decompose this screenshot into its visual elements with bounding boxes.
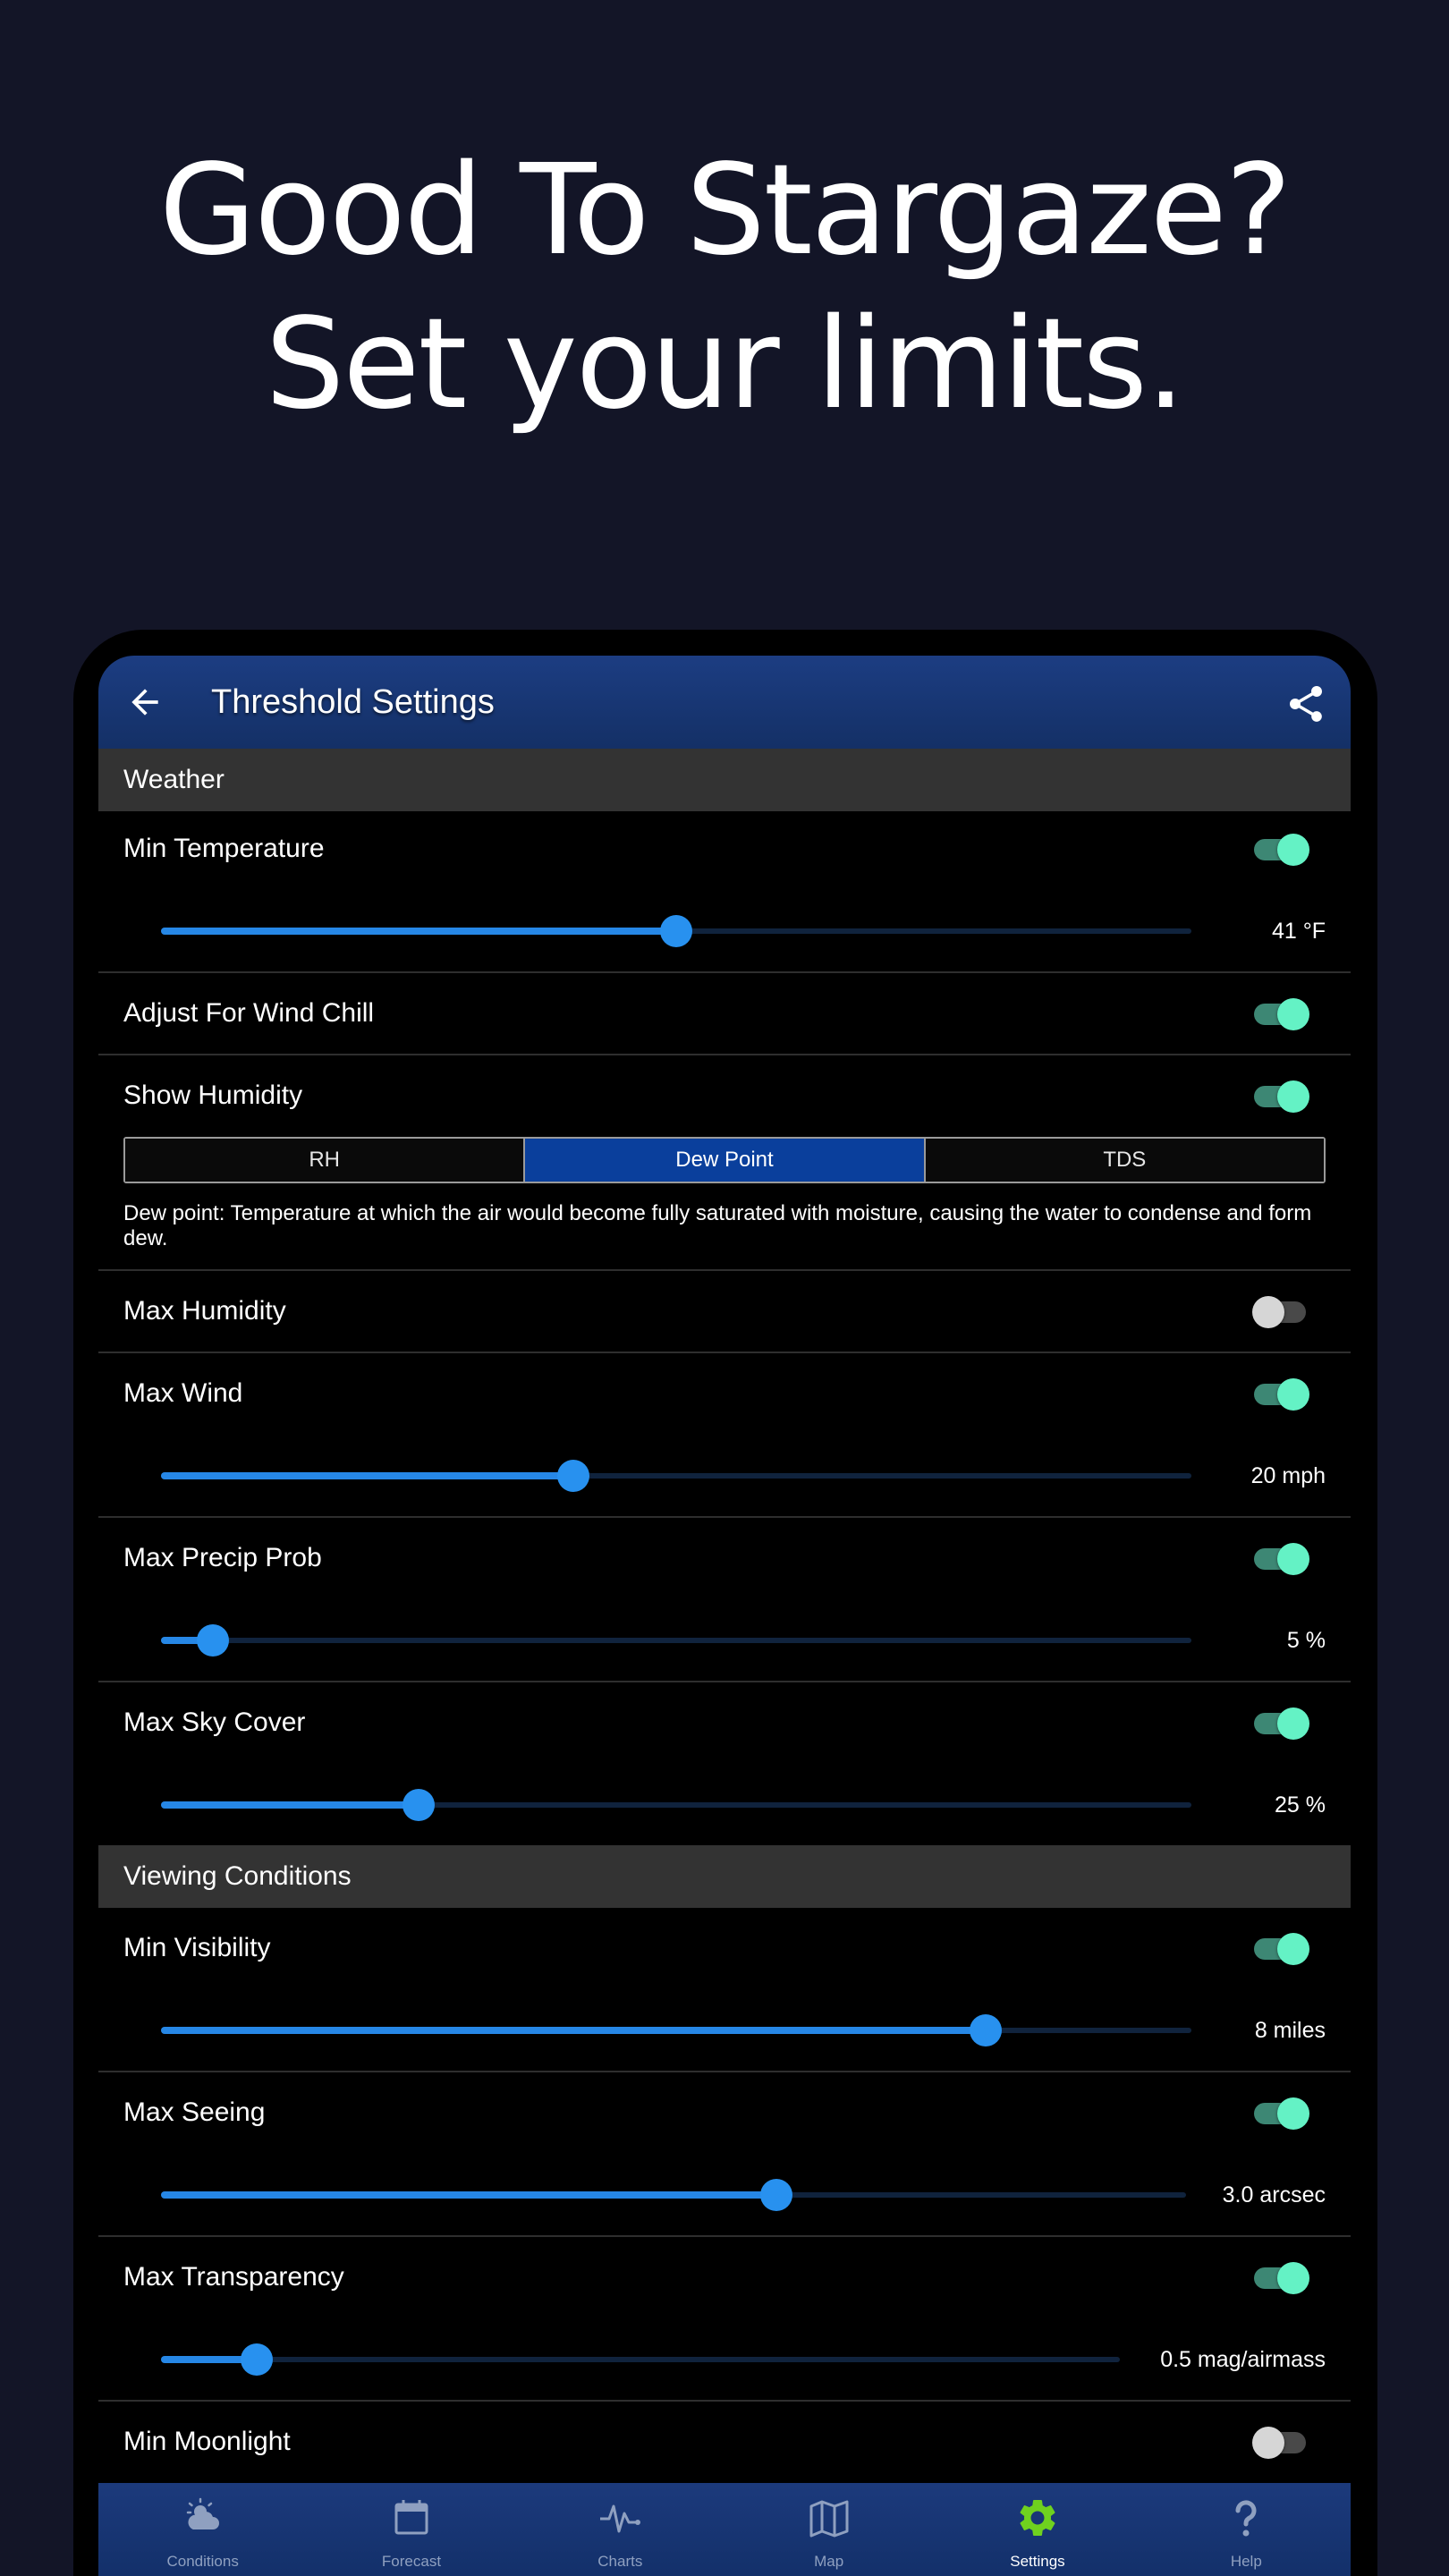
max-wind-value: 20 mph xyxy=(1250,1463,1326,1488)
max-seeing-label: Max Seeing xyxy=(123,2097,266,2127)
max-precip-prob-toggle[interactable] xyxy=(1252,1541,1309,1577)
share-icon[interactable] xyxy=(1284,682,1327,725)
max-seeing-toggle[interactable] xyxy=(1252,2096,1309,2131)
nav-label: Map xyxy=(814,2553,844,2570)
max-sky-cover-value: 25 % xyxy=(1275,1792,1326,1818)
max-seeing-value: 3.0 arcsec xyxy=(1222,2182,1326,2207)
max-sky-cover-slider[interactable] xyxy=(161,1787,1191,1823)
slider-thumb[interactable] xyxy=(402,1789,435,1821)
nav-label: Settings xyxy=(1010,2553,1065,2570)
max-wind-label: Max Wind xyxy=(123,1378,243,1408)
max-transparency-toggle[interactable] xyxy=(1252,2260,1309,2296)
headline: Good To Stargaze? Set your limits. xyxy=(0,134,1449,442)
section-header-viewing-conditions: Viewing Conditions xyxy=(98,1845,1351,1908)
humidity-mode-selector: RH Dew Point TDS xyxy=(123,1137,1326,1183)
max-precip-prob-slider[interactable] xyxy=(161,1623,1191,1658)
show-humidity-toggle[interactable] xyxy=(1252,1079,1309,1114)
slider-thumb[interactable] xyxy=(969,2014,1002,2046)
headline-line-1: Good To Stargaze? xyxy=(158,138,1292,284)
min-visibility-slider[interactable] xyxy=(161,2012,1191,2048)
nav-item-help[interactable]: Help xyxy=(1142,2483,1351,2576)
min-temperature-toggle[interactable] xyxy=(1252,832,1309,868)
min-moonlight-toggle[interactable] xyxy=(1252,2425,1309,2461)
max-seeing-slider[interactable] xyxy=(161,2177,1186,2213)
section-title: Viewing Conditions xyxy=(123,1861,352,1891)
segment-dew-point[interactable]: Dew Point xyxy=(525,1139,926,1182)
section-title: Weather xyxy=(123,765,225,794)
divider xyxy=(98,1681,1351,1682)
slider-thumb[interactable] xyxy=(759,2179,792,2211)
max-humidity-toggle[interactable] xyxy=(1252,1294,1309,1330)
min-moonlight-label: Min Moonlight xyxy=(123,2427,291,2456)
slider-thumb[interactable] xyxy=(660,915,692,947)
wind-chill-label: Adjust For Wind Chill xyxy=(123,998,375,1028)
max-precip-prob-value: 5 % xyxy=(1286,1628,1326,1653)
wind-chill-toggle[interactable] xyxy=(1252,996,1309,1032)
nav-label: Charts xyxy=(597,2553,643,2570)
nav-item-settings[interactable]: Settings xyxy=(933,2483,1141,2576)
question-mark-icon xyxy=(1235,2500,1257,2537)
pulse-chart-icon xyxy=(600,2504,641,2533)
app-screen: Threshold Settings Weather Min Temperatu… xyxy=(98,656,1351,2576)
min-temperature-label: Min Temperature xyxy=(123,834,325,863)
max-humidity-label: Max Humidity xyxy=(123,1296,286,1326)
min-temperature-slider[interactable] xyxy=(161,913,1191,949)
min-temperature-value: 41 °F xyxy=(1271,919,1326,944)
divider xyxy=(98,1352,1351,1353)
nav-item-conditions[interactable]: Conditions xyxy=(98,2483,307,2576)
max-transparency-label: Max Transparency xyxy=(123,2262,344,2292)
nav-item-forecast[interactable]: Forecast xyxy=(307,2483,515,2576)
segment-rh[interactable]: RH xyxy=(125,1139,526,1182)
headline-line-2: Set your limits. xyxy=(265,292,1185,437)
min-visibility-value: 8 miles xyxy=(1254,2018,1326,2043)
page-title: Threshold Settings xyxy=(211,683,495,721)
divider xyxy=(98,1269,1351,1271)
divider xyxy=(98,1516,1351,1518)
max-sky-cover-label: Max Sky Cover xyxy=(123,1707,306,1737)
map-icon xyxy=(809,2500,849,2538)
max-transparency-value: 0.5 mag/airmass xyxy=(1160,2347,1326,2372)
min-visibility-label: Min Visibility xyxy=(123,1933,271,1962)
calendar-icon xyxy=(394,2500,428,2535)
nav-item-map[interactable]: Map xyxy=(724,2483,933,2576)
app-bar: Threshold Settings xyxy=(98,656,1351,749)
max-precip-prob-label: Max Precip Prob xyxy=(123,1543,322,1572)
show-humidity-label: Show Humidity xyxy=(123,1080,303,1110)
nav-item-charts[interactable]: Charts xyxy=(516,2483,724,2576)
section-header-weather: Weather xyxy=(98,749,1351,811)
nav-label: Forecast xyxy=(381,2553,442,2570)
divider xyxy=(98,971,1351,973)
dew-point-description: Dew point: Temperature at which the air … xyxy=(123,1201,1312,1250)
bottom-navigation: Conditions Forecast Charts Map Settings … xyxy=(98,2483,1351,2576)
max-transparency-slider[interactable] xyxy=(161,2342,1120,2377)
slider-thumb[interactable] xyxy=(196,1624,229,1657)
cloud-sun-icon xyxy=(186,2497,219,2529)
divider xyxy=(98,1054,1351,1055)
min-visibility-toggle[interactable] xyxy=(1252,1931,1309,1967)
gear-icon xyxy=(1020,2500,1055,2536)
slider-thumb[interactable] xyxy=(241,2343,274,2376)
segment-tds[interactable]: TDS xyxy=(925,1139,1324,1182)
slider-thumb[interactable] xyxy=(556,1460,589,1492)
max-wind-toggle[interactable] xyxy=(1252,1377,1309,1412)
max-sky-cover-toggle[interactable] xyxy=(1252,1706,1309,1741)
nav-label: Help xyxy=(1230,2553,1262,2570)
divider xyxy=(98,2235,1351,2237)
divider xyxy=(98,2071,1351,2072)
max-wind-slider[interactable] xyxy=(161,1458,1191,1494)
back-arrow-icon[interactable] xyxy=(125,682,165,722)
divider xyxy=(98,2400,1351,2402)
nav-label: Conditions xyxy=(166,2553,239,2570)
